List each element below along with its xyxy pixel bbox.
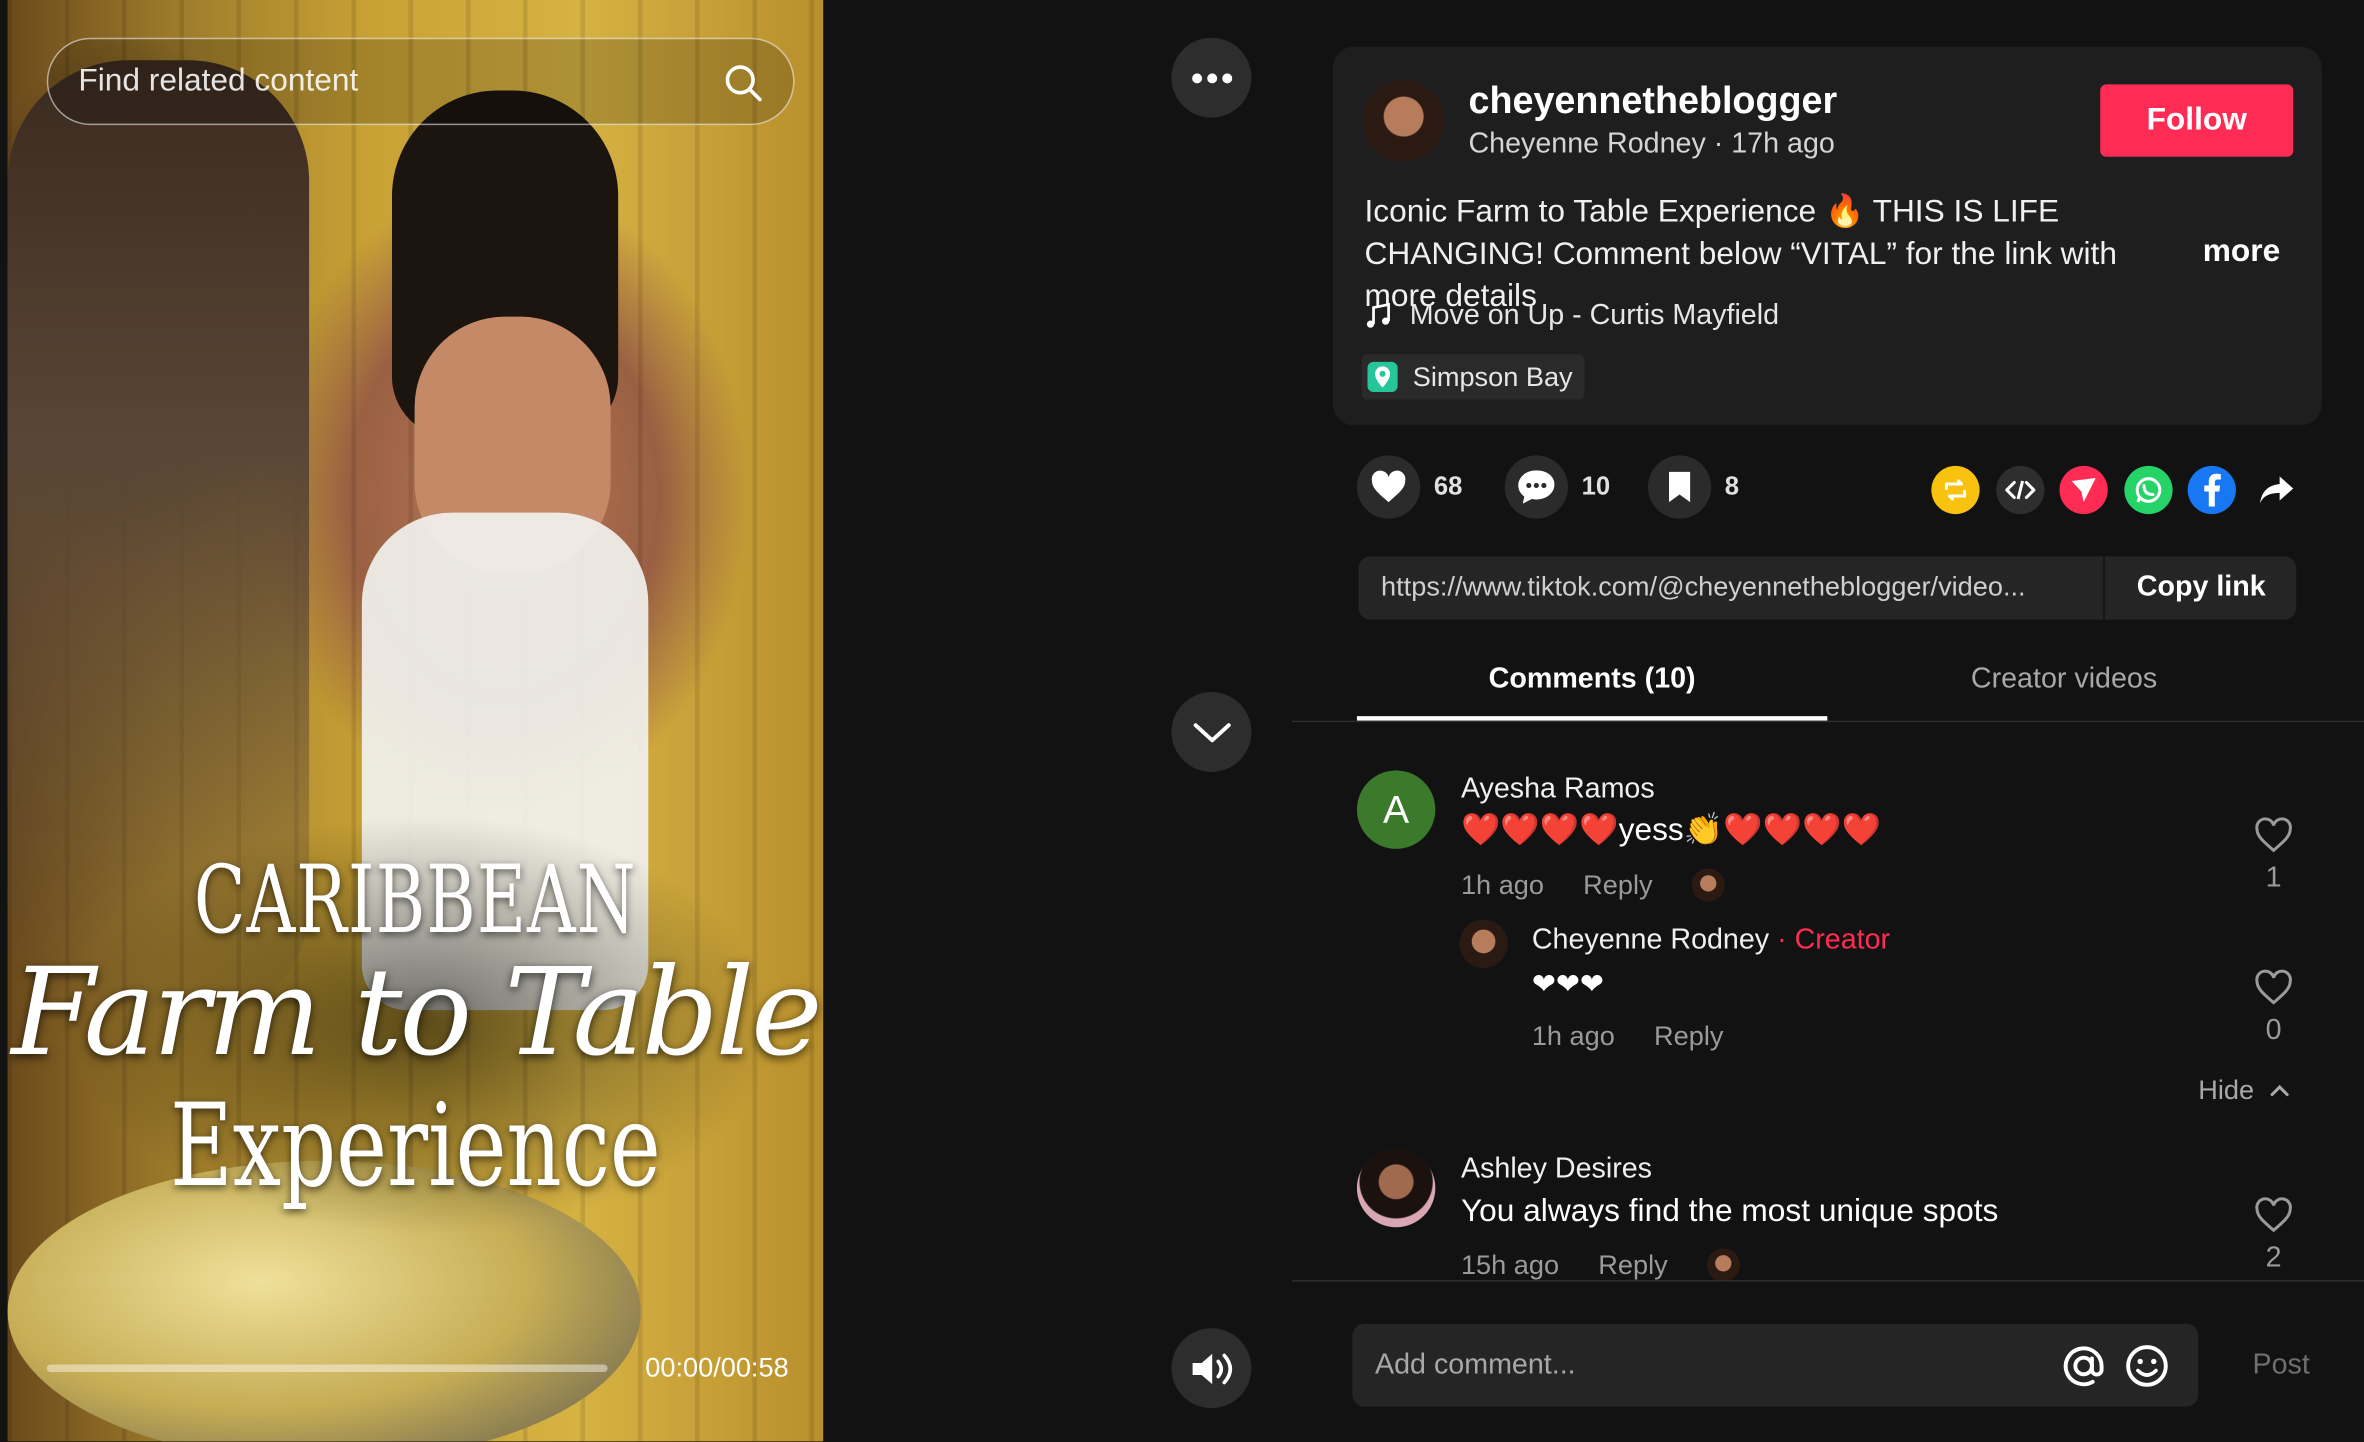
comment-meta: 15h ago Reply bbox=[1460, 1248, 1741, 1282]
comment-text: You always find the most unique spots bbox=[1460, 1194, 1999, 1229]
related-search-placeholder: Find related content bbox=[78, 63, 359, 99]
comment-like[interactable]: 1 bbox=[2243, 817, 2303, 895]
reply-like[interactable]: 0 bbox=[2243, 969, 2303, 1047]
author-username[interactable]: cheyennetheblogger bbox=[1468, 80, 1837, 124]
video-overlay-title-line-3: Experience bbox=[169, 1078, 661, 1213]
video-overlay-title-line-2: Farm to Table bbox=[11, 942, 822, 1083]
creator-liked-avatar-icon bbox=[1691, 868, 1725, 902]
mention-icon[interactable] bbox=[2061, 1343, 2106, 1396]
tab-comments[interactable]: Comments (10) bbox=[1357, 663, 1827, 696]
caption-more-button[interactable]: more bbox=[2203, 234, 2280, 270]
save-count: 8 bbox=[1724, 471, 1740, 501]
music-title: Move on Up - Curtis Mayfield bbox=[1409, 300, 1780, 332]
location-name: Simpson Bay bbox=[1412, 361, 1573, 392]
music-link[interactable]: Move on Up - Curtis Mayfield bbox=[1364, 300, 1779, 333]
commenter-avatar[interactable]: A bbox=[1356, 770, 1436, 849]
comment-action[interactable]: 10 bbox=[1504, 455, 1611, 519]
bookmark-icon[interactable] bbox=[1647, 455, 1712, 519]
follow-button[interactable]: Follow bbox=[2100, 84, 2294, 157]
volume-button[interactable] bbox=[1171, 1328, 1252, 1409]
tab-divider bbox=[1292, 720, 2364, 723]
hide-replies-button[interactable]: Hide bbox=[2198, 1075, 2290, 1107]
post-info-card: cheyennetheblogger Cheyenne Rodney · 17h… bbox=[1332, 46, 2322, 426]
heart-outline-icon bbox=[2255, 1197, 2292, 1233]
creator-badge: · Creator bbox=[1769, 924, 1891, 956]
copy-link-button[interactable]: Copy link bbox=[2103, 556, 2297, 620]
comment-time: 15h ago bbox=[1460, 1249, 1560, 1280]
comment-text: ❤️❤️❤️❤️yess👏❤️❤️❤️❤️ bbox=[1460, 812, 1881, 848]
comment-composer bbox=[1352, 1323, 2199, 1407]
like-action[interactable]: 68 bbox=[1356, 455, 1463, 519]
reply-button[interactable]: Reply bbox=[1598, 1249, 1667, 1281]
share-arrow-icon[interactable] bbox=[2253, 466, 2301, 514]
reply-author[interactable]: Cheyenne Rodney · Creator bbox=[1532, 924, 1890, 957]
related-search-box[interactable]: Find related content bbox=[46, 37, 795, 126]
facebook-icon[interactable] bbox=[2187, 465, 2236, 515]
search-icon[interactable] bbox=[724, 63, 763, 110]
music-note-icon bbox=[1366, 303, 1390, 328]
location-pin-icon bbox=[1367, 361, 1398, 393]
send-icon[interactable] bbox=[2059, 465, 2108, 515]
reply-button[interactable]: Reply bbox=[1583, 869, 1652, 901]
composer-divider bbox=[1292, 1280, 2364, 1282]
reply-like-count: 0 bbox=[2265, 1014, 2282, 1047]
reply-avatar[interactable] bbox=[1459, 919, 1508, 968]
share-link-bar: https://www.tiktok.com/@cheyennetheblogg… bbox=[1358, 556, 2297, 620]
reply-reply-button[interactable]: Reply bbox=[1654, 1021, 1723, 1053]
repost-icon[interactable] bbox=[1931, 465, 1980, 515]
chevron-up-icon bbox=[2270, 1084, 2289, 1097]
hide-label: Hide bbox=[2198, 1074, 2255, 1106]
reply-text: ❤❤❤ bbox=[1531, 969, 1604, 1002]
ellipsis-icon bbox=[1191, 72, 1232, 83]
video-timecode: 00:00/00:58 bbox=[645, 1352, 789, 1383]
reply-author-name: Cheyenne Rodney bbox=[1531, 924, 1770, 956]
video-overlay-title-line-1: CARIBBEAN bbox=[194, 844, 637, 955]
video-player[interactable]: Find related content CARIBBEAN Farm to T… bbox=[7, 0, 824, 1442]
tab-creator-videos[interactable]: Creator videos bbox=[1829, 663, 2299, 696]
location-tag[interactable]: Simpson Bay bbox=[1361, 354, 1585, 400]
commenter-name[interactable]: Ashley Desires bbox=[1461, 1153, 1652, 1186]
share-link-url[interactable]: https://www.tiktok.com/@cheyennetheblogg… bbox=[1381, 571, 2102, 603]
comment-count: 10 bbox=[1581, 471, 1611, 501]
heart-icon[interactable] bbox=[1356, 455, 1421, 519]
like-count: 68 bbox=[1433, 471, 1463, 501]
comment-like-count: 2 bbox=[2265, 1242, 2282, 1275]
author-subline: Cheyenne Rodney · 17h ago bbox=[1468, 128, 1835, 160]
comment-meta: 1h ago Reply bbox=[1460, 868, 1725, 902]
post-comment-button[interactable]: Post bbox=[2253, 1349, 2310, 1382]
avatar-initial: A bbox=[1383, 786, 1410, 832]
volume-icon bbox=[1191, 1352, 1232, 1384]
video-progress-bar[interactable] bbox=[46, 1364, 608, 1373]
heart-outline-icon bbox=[2255, 969, 2292, 1005]
commenter-name[interactable]: Ayesha Ramos bbox=[1461, 773, 1655, 806]
comment-input[interactable] bbox=[1372, 1343, 2027, 1389]
next-video-button[interactable] bbox=[1171, 692, 1252, 772]
reply-meta: 1h ago Reply bbox=[1532, 1021, 1724, 1053]
chevron-down-icon bbox=[1192, 722, 1230, 742]
embed-icon[interactable] bbox=[1996, 465, 2045, 515]
more-options-button[interactable] bbox=[1171, 37, 1252, 118]
commenter-avatar[interactable] bbox=[1356, 1148, 1436, 1228]
reply-time: 1h ago bbox=[1531, 1020, 1615, 1051]
whatsapp-icon[interactable] bbox=[2124, 465, 2173, 515]
comment-bubble-icon[interactable] bbox=[1504, 455, 1569, 519]
comment-like-count: 1 bbox=[2265, 862, 2282, 895]
comment-like[interactable]: 2 bbox=[2243, 1197, 2303, 1275]
save-action[interactable]: 8 bbox=[1647, 455, 1740, 519]
comment-time: 1h ago bbox=[1460, 869, 1544, 900]
creator-liked-avatar-icon bbox=[1706, 1248, 1741, 1282]
author-avatar[interactable] bbox=[1362, 79, 1445, 162]
emoji-icon[interactable] bbox=[2124, 1343, 2169, 1396]
heart-outline-icon bbox=[2255, 817, 2292, 853]
